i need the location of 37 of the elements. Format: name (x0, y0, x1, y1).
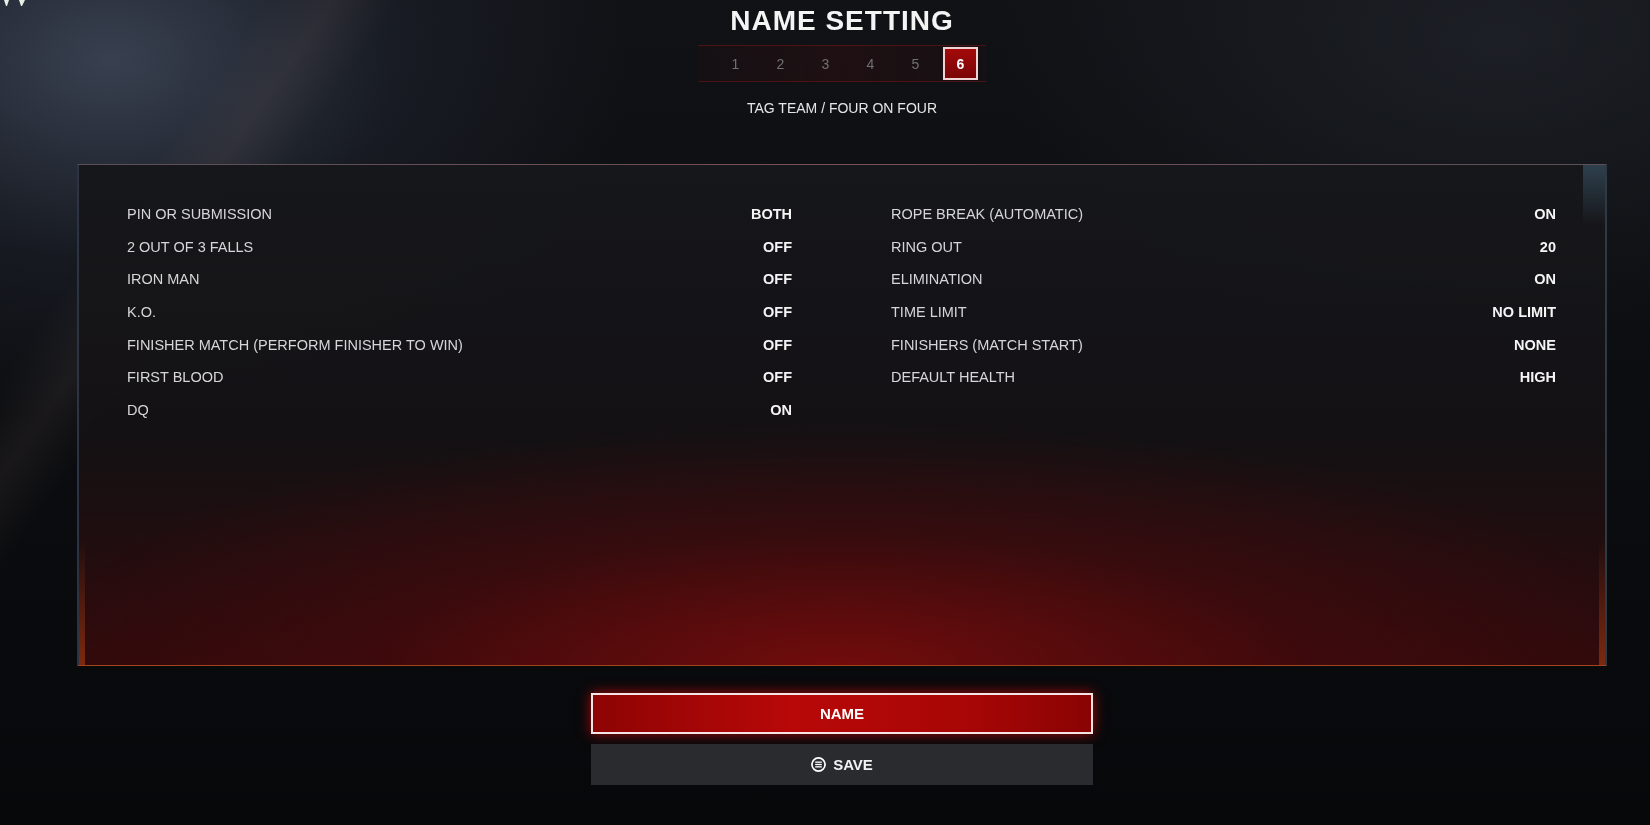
setting-value: NONE (1514, 336, 1556, 353)
match-type-label: TAG TEAM / FOUR ON FOUR (746, 99, 937, 117)
step-tab[interactable]: 3 (808, 47, 843, 80)
step-tab[interactable]: 2 (763, 47, 798, 80)
setting-label: RING OUT (891, 238, 962, 255)
setting-label: DEFAULT HEALTH (891, 369, 1016, 386)
setting-value: NO LIMIT (1492, 304, 1556, 321)
setting-label: 2 OUT OF 3 FALLS (127, 238, 254, 255)
step-tab[interactable]: 5 (898, 47, 933, 80)
setting-value: OFF (763, 271, 792, 288)
setting-value: OFF (763, 336, 792, 353)
menu-icon (811, 757, 827, 772)
setting-label: PIN OR SUBMISSION (127, 206, 273, 223)
step-tab[interactable]: 1 (718, 47, 753, 80)
setting-label: FINISHERS (MATCH START) (891, 336, 1083, 353)
setting-value: BOTH (750, 206, 792, 223)
setting-label: FIRST BLOOD (127, 369, 224, 386)
setting-label: DQ (127, 401, 149, 418)
setting-label: FINISHER MATCH (PERFORM FINISHER TO WIN) (127, 336, 463, 353)
setting-label: ROPE BREAK (AUTOMATIC) (891, 206, 1083, 223)
save-button[interactable]: SAVE (591, 744, 1093, 785)
setting-label: IRON MAN (127, 271, 200, 288)
setting-value: ON (1534, 206, 1556, 223)
setting-value: HIGH (1519, 369, 1556, 386)
setting-value: ON (1534, 271, 1556, 288)
setting-value: 20 (1539, 238, 1556, 255)
step-tab[interactable]: 6 (943, 47, 978, 80)
setting-label: K.O. (127, 304, 156, 321)
setting-label: TIME LIMIT (891, 304, 967, 321)
setting-value: ON (770, 401, 792, 418)
step-tab[interactable]: 4 (853, 47, 888, 80)
setting-value: OFF (763, 369, 792, 386)
setting-value: OFF (763, 238, 792, 255)
setting-label: ELIMINATION (891, 271, 983, 288)
screen-title: NAME SETTING (730, 4, 954, 38)
setting-value: OFF (763, 304, 792, 321)
name-button[interactable]: NAME (591, 693, 1093, 734)
